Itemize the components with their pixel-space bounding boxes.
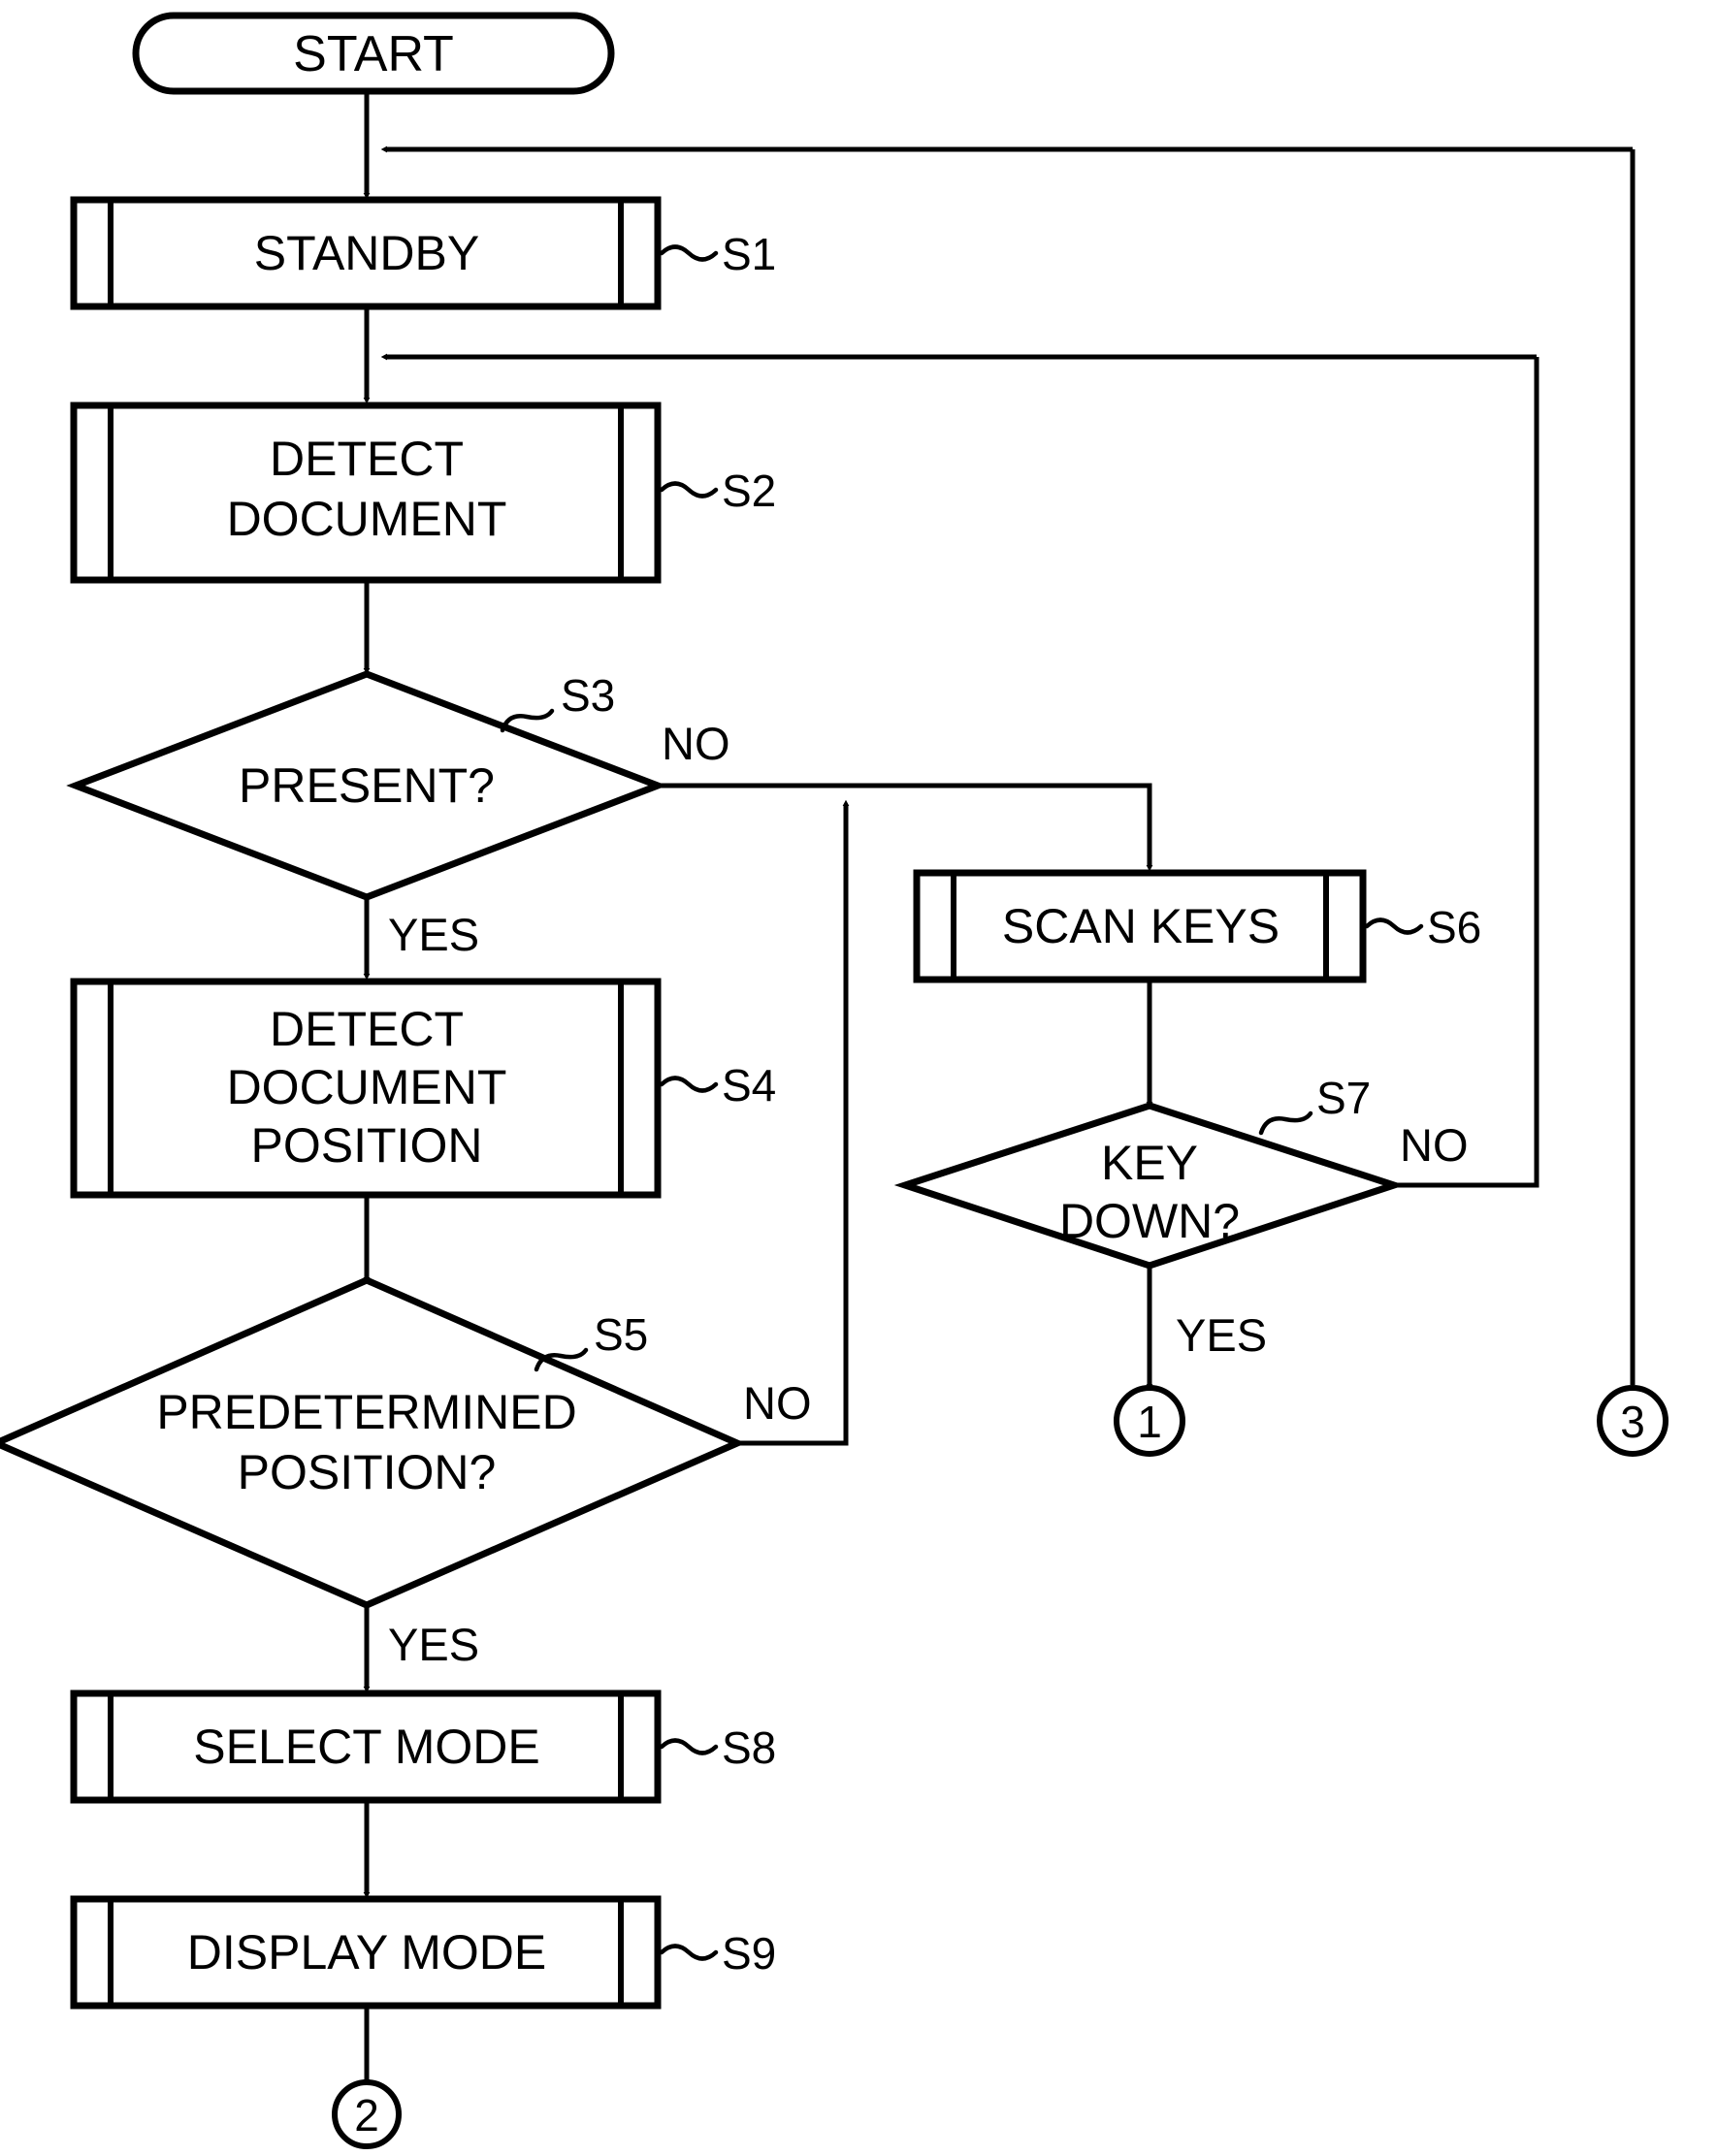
connector-3-label: 3 xyxy=(1620,1397,1645,1447)
edge-s7-no-return xyxy=(1394,357,1539,1188)
connector-1-label: 1 xyxy=(1137,1397,1162,1447)
connector-3: 3 xyxy=(1597,1385,1668,1457)
s5-yes-label: YES xyxy=(388,1619,479,1670)
node-s8: SELECT MODE xyxy=(70,1689,662,1804)
s5-label-line1: PREDETERMINED xyxy=(156,1385,576,1439)
s4-step-label: S4 xyxy=(722,1060,776,1110)
s9-label: DISPLAY MODE xyxy=(187,1925,546,1979)
s7-step-leader xyxy=(1258,1110,1313,1136)
s7-label-line1: KEY xyxy=(1101,1136,1198,1190)
s6-step-label: S6 xyxy=(1427,902,1481,952)
connector-2: 2 xyxy=(332,2079,402,2149)
s6-step-leader xyxy=(1364,917,1424,935)
s2-step-leader xyxy=(659,481,719,499)
s7-yes-label: YES xyxy=(1176,1309,1267,1361)
s3-yes-label: YES xyxy=(388,909,479,960)
s6-label: SCAN KEYS xyxy=(1002,899,1280,953)
s2-step-label: S2 xyxy=(722,466,776,516)
s5-no-label: NO xyxy=(743,1377,812,1429)
s8-step-label: S8 xyxy=(722,1722,776,1773)
node-s1: STANDBY xyxy=(70,196,662,310)
s5-label-line2: POSITION? xyxy=(238,1445,497,1499)
start-label: START xyxy=(293,26,454,82)
node-s4: DETECT DOCUMENT POSITION xyxy=(70,978,662,1199)
s8-label: SELECT MODE xyxy=(193,1720,540,1774)
s9-step-leader xyxy=(659,1944,719,1961)
s5-step-label: S5 xyxy=(594,1309,648,1360)
s2-label-line2: DOCUMENT xyxy=(227,492,507,546)
node-s7: KEY DOWN? xyxy=(893,1102,1406,1270)
s2-label-line1: DETECT xyxy=(270,432,464,486)
connector-2-label: 2 xyxy=(354,2090,379,2140)
s3-no-label: NO xyxy=(662,718,730,769)
s7-step-label: S7 xyxy=(1316,1073,1371,1123)
s1-label: STANDBY xyxy=(254,226,479,280)
node-s6: SCAN KEYS xyxy=(913,869,1367,983)
node-start: START xyxy=(132,12,615,95)
flowchart-svg: START STANDBY S1 DETECT DOCUMENT S2 PRES… xyxy=(0,12,1668,2149)
s4-label-line2: DOCUMENT xyxy=(227,1060,507,1114)
s7-label-line2: DOWN? xyxy=(1059,1194,1240,1248)
s7-no-label: NO xyxy=(1400,1119,1469,1171)
edge-s5-no-to-s3no-line xyxy=(737,805,846,1446)
s4-label-line3: POSITION xyxy=(251,1118,483,1173)
s3-label: PRESENT? xyxy=(239,758,495,813)
edge-s3-no-to-s6 xyxy=(658,783,1150,866)
s4-step-leader xyxy=(659,1076,719,1093)
connector-1: 1 xyxy=(1114,1385,1185,1457)
s3-step-label: S3 xyxy=(561,670,615,721)
s4-label-line1: DETECT xyxy=(270,1002,464,1056)
node-s9: DISPLAY MODE xyxy=(70,1895,662,2010)
flowchart-page: START STANDBY S1 DETECT DOCUMENT S2 PRES… xyxy=(0,0,1717,2156)
s1-step-label: S1 xyxy=(722,229,776,279)
s9-step-label: S9 xyxy=(722,1928,776,1979)
s8-step-leader xyxy=(659,1738,719,1755)
s1-step-leader xyxy=(659,244,719,262)
node-s2: DETECT DOCUMENT xyxy=(70,402,662,584)
